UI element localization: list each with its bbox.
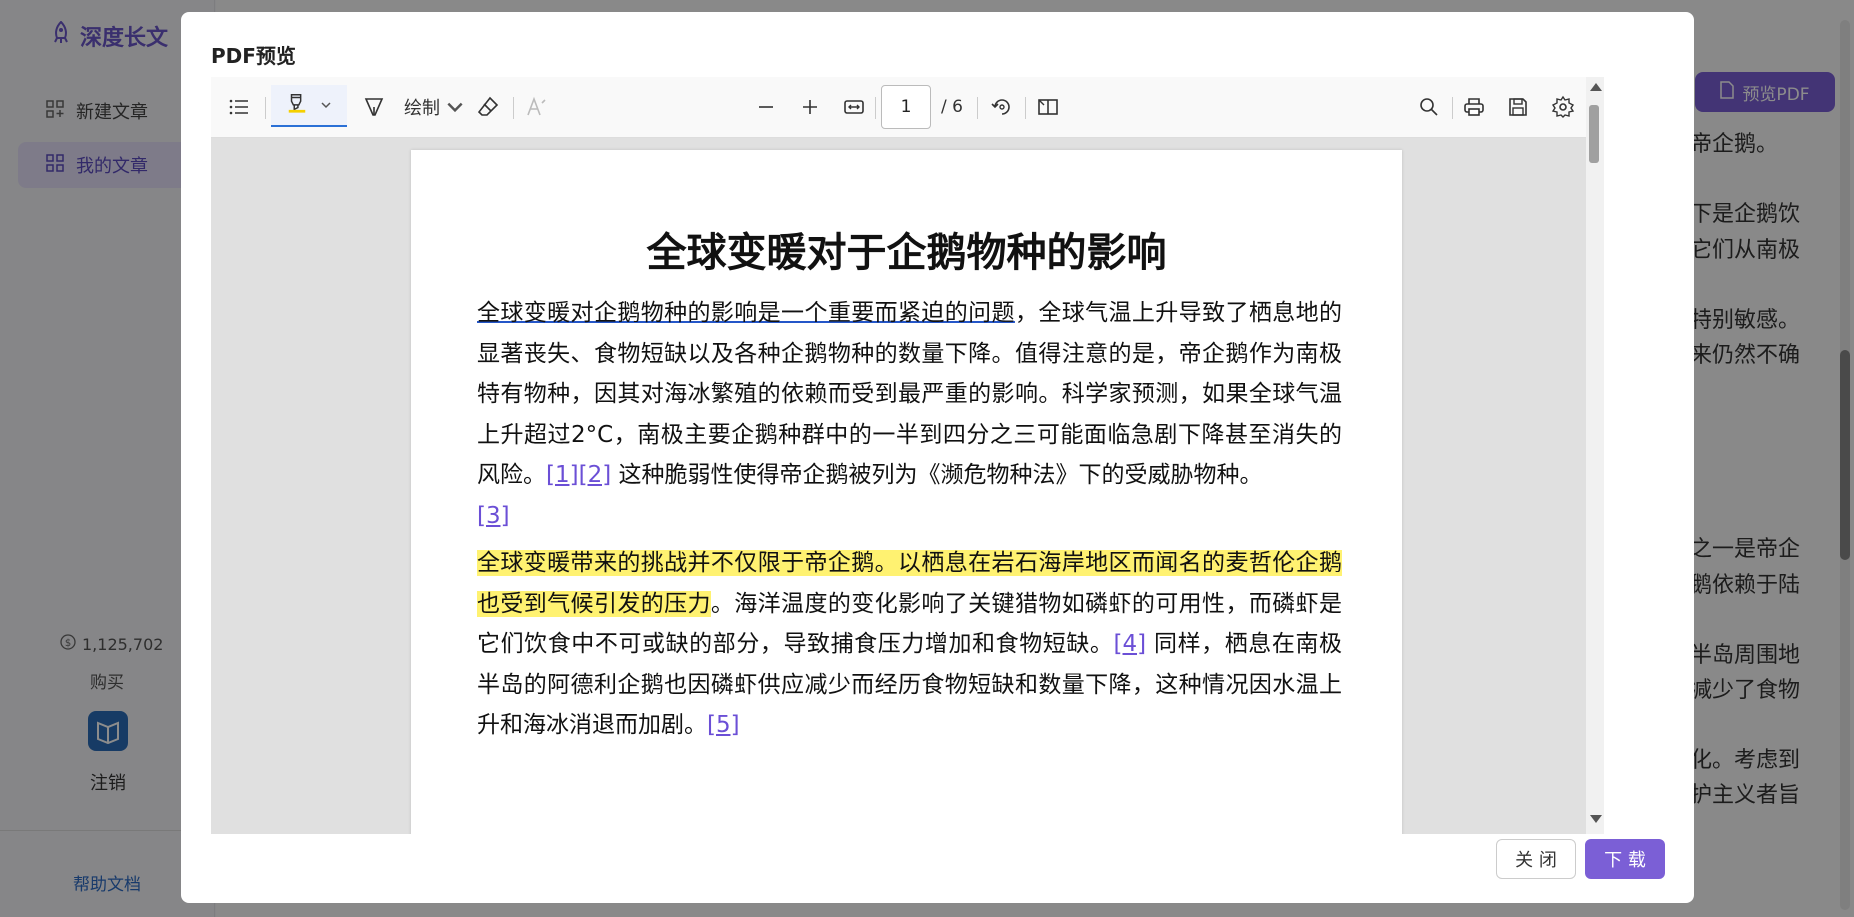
eraser-icon[interactable]: [473, 89, 503, 125]
fit-width-icon[interactable]: [839, 89, 869, 125]
search-icon[interactable]: [1414, 89, 1444, 125]
reference-link[interactable]: [5]: [707, 712, 740, 738]
toolbar-divider: [513, 97, 514, 119]
toolbar-divider: [1452, 97, 1453, 119]
print-icon[interactable]: [1459, 89, 1489, 125]
chevron-down-icon: [320, 96, 332, 115]
rotate-icon[interactable]: [987, 89, 1017, 125]
gear-icon[interactable]: [1548, 89, 1578, 125]
page-layout-icon[interactable]: [1033, 89, 1063, 125]
pdf-page: 全球变暖对于企鹅物种的影响 全球变暖对企鹅物种的影响是一个重要而紧迫的问题，全球…: [411, 150, 1402, 834]
paragraph-text: ，全球气温上升导致了栖息地的显著丧失、食物短缺以及各种企鹅物种的数量下降。值得注…: [477, 300, 1343, 488]
pdf-viewer: 绘制 1 / 6 全球变暖对于企鹅物种的影响 全球变暖对企鹅物种的影响是一个重要…: [211, 77, 1604, 834]
underlined-text: 全球变暖对企鹅物种的影响是一个重要而紧迫的问题: [477, 300, 1015, 326]
outline-list-icon[interactable]: [221, 89, 257, 125]
reference-link[interactable]: [4]: [1114, 631, 1147, 657]
paragraph-text: 这种脆弱性使得帝企鹅被列为《濒危物种法》下的受威胁物种。: [611, 462, 1263, 488]
pdf-preview-modal: PDF预览 绘制 1 / 6 全球变暖对于企鹅物种的影响 全球变暖对企鹅物种的影…: [181, 12, 1694, 903]
zoom-out-icon[interactable]: [751, 89, 781, 125]
scroll-up-arrow[interactable]: [1590, 83, 1602, 91]
close-button[interactable]: 关 闭: [1496, 839, 1576, 879]
page-total: / 6: [941, 97, 963, 117]
scroll-down-arrow[interactable]: [1590, 815, 1602, 823]
toolbar-divider: [1025, 97, 1026, 119]
viewer-scrollbar-track[interactable]: [1586, 77, 1604, 834]
draw-pen-icon[interactable]: [361, 89, 387, 125]
paragraph-2: 全球变暖带来的挑战并不仅限于帝企鹅。以栖息在岩石海岸地区而闻名的麦哲伦企鹅也受到…: [477, 543, 1342, 746]
pdf-toolbar: 绘制 1 / 6: [211, 77, 1604, 138]
modal-title: PDF预览: [211, 44, 296, 68]
toolbar-divider: [977, 97, 978, 119]
toolbar-divider: [265, 97, 266, 119]
highlight-tool[interactable]: [271, 85, 347, 127]
toolbar-divider: [875, 97, 876, 119]
chevron-down-icon[interactable]: [445, 89, 465, 125]
download-button[interactable]: 下 载: [1585, 839, 1665, 879]
viewer-scrollbar-thumb[interactable]: [1589, 105, 1599, 163]
highlighter-icon: [286, 92, 308, 118]
zoom-in-icon[interactable]: [795, 89, 825, 125]
draw-tool-label[interactable]: 绘制: [397, 89, 447, 125]
reference-link[interactable]: [3]: [477, 503, 510, 529]
save-icon[interactable]: [1503, 89, 1533, 125]
page-number-input[interactable]: 1: [881, 85, 931, 129]
text-icon[interactable]: [521, 89, 551, 125]
paragraph-1: 全球变暖对企鹅物种的影响是一个重要而紧迫的问题，全球气温上升导致了栖息地的显著丧…: [477, 293, 1342, 536]
document-title: 全球变暖对于企鹅物种的影响: [646, 230, 1167, 276]
reference-link[interactable]: [1]: [546, 462, 579, 488]
reference-link[interactable]: [2]: [579, 462, 612, 488]
